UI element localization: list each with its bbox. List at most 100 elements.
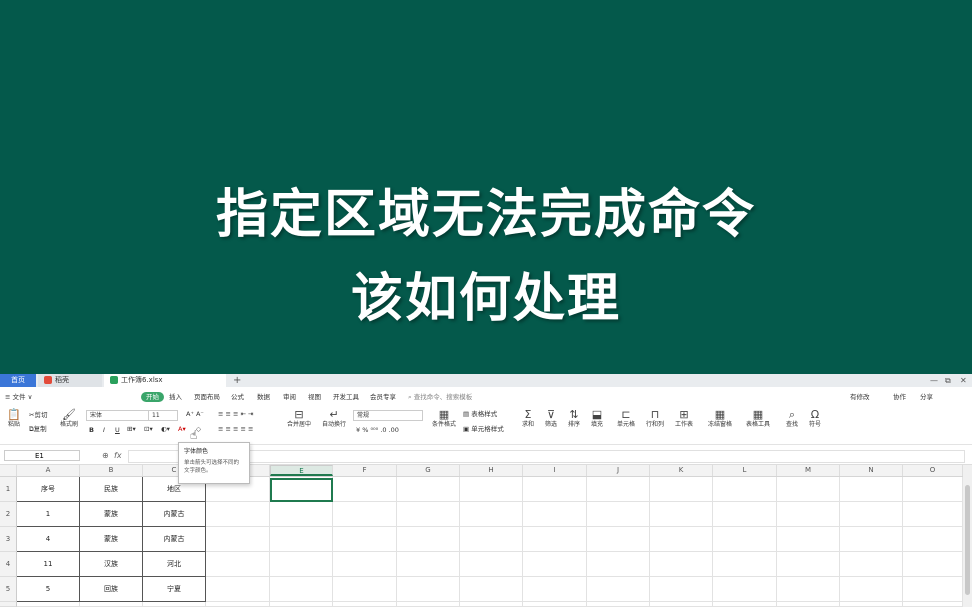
table-cell[interactable] [650, 502, 713, 527]
select-all-corner[interactable] [0, 465, 17, 476]
menu-formula[interactable]: 公式 [231, 392, 244, 402]
currency-percent-icons[interactable]: ¥ % ⁰⁰⁰ .0 .00 [356, 425, 399, 435]
table-cell[interactable]: 蒙族 [80, 527, 143, 552]
table-cell[interactable] [587, 502, 650, 527]
table-cell[interactable] [587, 527, 650, 552]
table-cell[interactable] [333, 477, 397, 502]
wrap-text-button[interactable]: ↵ 自动换行 [318, 409, 350, 429]
table-cell[interactable] [903, 477, 963, 502]
table-cell[interactable] [397, 552, 460, 577]
add-tab-button[interactable]: + [233, 374, 241, 387]
row-col-button[interactable]: ⊓ 行和列 [642, 409, 668, 429]
table-cell[interactable] [460, 502, 523, 527]
column-header[interactable]: F [333, 465, 397, 476]
table-cell[interactable] [587, 577, 650, 602]
table-cell[interactable] [587, 552, 650, 577]
row-header[interactable]: 3 [0, 527, 17, 552]
table-cell[interactable] [587, 477, 650, 502]
table-cell[interactable] [333, 602, 397, 607]
tab-docer[interactable]: 稻壳 [38, 374, 102, 387]
table-cell[interactable] [206, 602, 270, 607]
table-cell[interactable] [777, 502, 840, 527]
zoom-icon[interactable]: ⊕ [102, 451, 109, 460]
fill-color-icon[interactable]: ◐▾ [161, 424, 170, 434]
table-cell[interactable] [333, 502, 397, 527]
column-header[interactable]: L [713, 465, 777, 476]
table-cell[interactable] [333, 552, 397, 577]
table-cell[interactable] [460, 527, 523, 552]
table-cell[interactable] [523, 477, 587, 502]
table-cell[interactable] [777, 477, 840, 502]
font-color-icon[interactable]: A▾ [178, 424, 186, 434]
table-cell[interactable]: 5 [17, 577, 80, 602]
row-header[interactable]: 2 [0, 502, 17, 527]
table-cell[interactable] [903, 602, 963, 607]
tab-workbook[interactable]: 工作簿6.xlsx [104, 374, 226, 387]
freeze-panes-button[interactable]: ▦ 冻结窗格 [705, 409, 735, 429]
table-cell[interactable] [333, 527, 397, 552]
table-cell[interactable] [777, 527, 840, 552]
font-grow-icon[interactable]: A⁺ A⁻ [186, 409, 204, 419]
table-cell[interactable]: 民族 [80, 477, 143, 502]
vertical-scrollbar[interactable] [963, 465, 972, 607]
table-cell[interactable]: 内蒙古 [143, 502, 206, 527]
table-cell[interactable] [713, 527, 777, 552]
table-cell[interactable] [270, 577, 333, 602]
table-cell[interactable] [397, 502, 460, 527]
table-cell[interactable] [206, 502, 270, 527]
underline-button[interactable]: U [115, 425, 120, 435]
table-cell[interactable] [523, 527, 587, 552]
table-cell[interactable]: 河北 [143, 552, 206, 577]
table-cell[interactable] [17, 602, 80, 607]
align-left-icon[interactable]: ≡ ≡ ≡ ≡ ≡ [218, 424, 254, 434]
table-cell[interactable] [777, 577, 840, 602]
symbol-button[interactable]: Ω 符号 [805, 409, 825, 429]
table-cell[interactable] [206, 552, 270, 577]
table-cell[interactable] [397, 602, 460, 607]
table-cell[interactable] [840, 477, 903, 502]
bold-button[interactable]: B [89, 425, 94, 435]
table-cell[interactable] [397, 527, 460, 552]
format-painter-button[interactable]: 🖌 格式刷 [58, 409, 80, 429]
fill-button[interactable]: ⬓ 填充 [587, 409, 607, 429]
italic-button[interactable]: I [103, 425, 105, 435]
table-cell[interactable] [650, 577, 713, 602]
table-cell[interactable]: 汉族 [80, 552, 143, 577]
command-search[interactable]: ⌕ 查找命令、搜索模板 [408, 392, 472, 402]
table-cell[interactable] [333, 577, 397, 602]
table-cell[interactable] [650, 477, 713, 502]
table-cell[interactable]: 4 [17, 527, 80, 552]
column-header[interactable]: M [777, 465, 840, 476]
table-cell[interactable]: 11 [17, 552, 80, 577]
table-cell[interactable] [206, 577, 270, 602]
table-cell[interactable] [713, 477, 777, 502]
table-cell[interactable]: 蒙族 [80, 502, 143, 527]
menu-view[interactable]: 视图 [308, 392, 321, 402]
cut-button[interactable]: ✂剪切 [29, 410, 47, 420]
merge-center-button[interactable]: ⊟ 合并居中 [283, 409, 315, 429]
column-header[interactable]: K [650, 465, 713, 476]
table-cell[interactable] [523, 502, 587, 527]
table-cell[interactable] [270, 552, 333, 577]
table-cell[interactable] [650, 527, 713, 552]
table-cell[interactable] [523, 577, 587, 602]
table-cell[interactable]: 1 [17, 502, 80, 527]
table-cell[interactable] [270, 502, 333, 527]
table-cell[interactable] [903, 527, 963, 552]
row-header[interactable]: 1 [0, 477, 17, 502]
column-header[interactable]: H [460, 465, 523, 476]
table-cell[interactable] [713, 577, 777, 602]
conditional-format-button[interactable]: ▦ 条件格式 [428, 409, 460, 429]
filter-button[interactable]: ⊽ 筛选 [541, 409, 561, 429]
table-cell[interactable] [80, 602, 143, 607]
table-cell[interactable] [523, 552, 587, 577]
worksheet-button[interactable]: ⊞ 工作表 [671, 409, 697, 429]
column-header[interactable]: I [523, 465, 587, 476]
menu-page-layout[interactable]: 页面布局 [194, 392, 220, 402]
fx-icon[interactable]: fx [114, 451, 122, 460]
paste-button[interactable]: 📋 粘贴 [5, 409, 23, 429]
table-tools-button[interactable]: ▦ 表格工具 [742, 409, 774, 429]
table-cell[interactable] [777, 602, 840, 607]
active-cell-e1[interactable] [270, 478, 333, 502]
table-cell[interactable] [143, 602, 206, 607]
